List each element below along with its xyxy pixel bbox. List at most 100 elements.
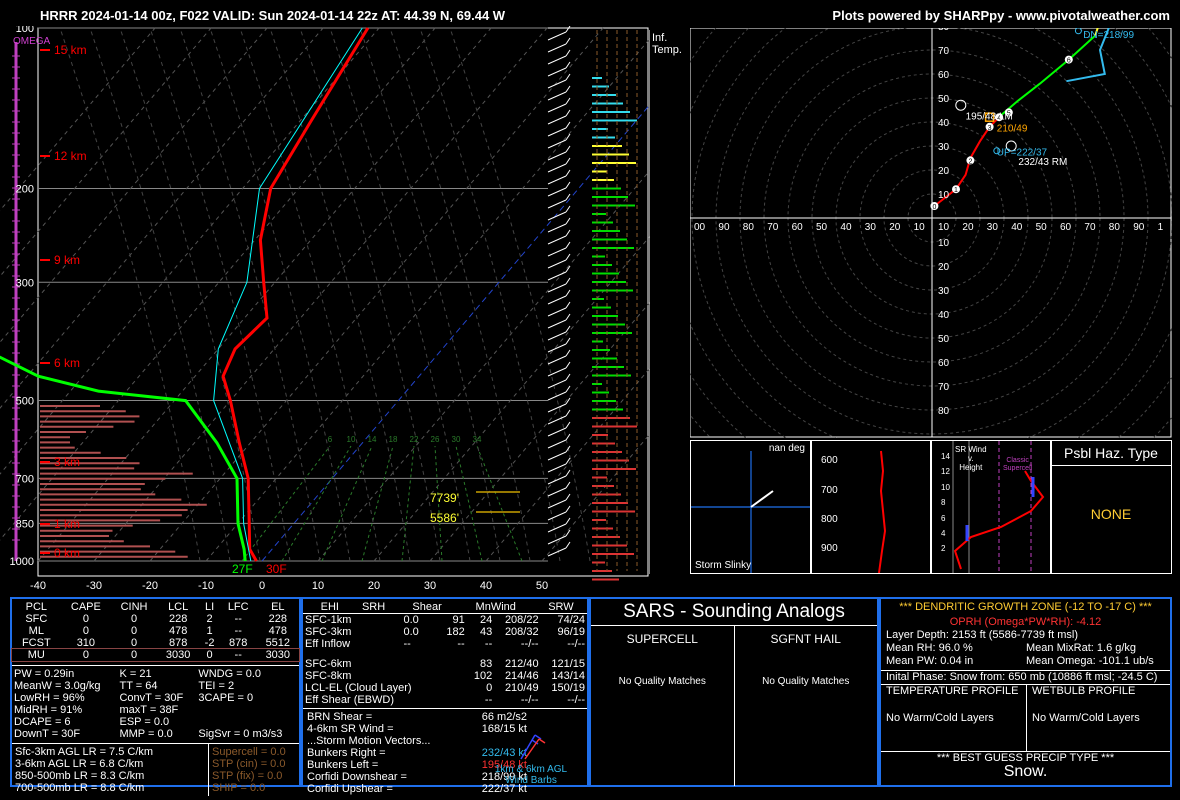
mixing-ratio-label: 10 xyxy=(347,435,356,444)
kin-cell: 0.0 xyxy=(403,614,419,626)
wind-barb-flag xyxy=(565,481,571,489)
hodo-x-tick: 40 xyxy=(840,222,852,233)
kin-cell: 208/22 xyxy=(504,614,539,626)
hodo-y-tick: 70 xyxy=(938,382,950,393)
wind-barb xyxy=(547,295,567,305)
theta-level-900: 900 xyxy=(821,543,838,554)
kin-cell: LCL-EL (Cloud Layer) xyxy=(305,682,412,694)
temp-tick: 10 xyxy=(312,580,324,592)
wind-barb-flag xyxy=(565,73,571,81)
temp-tick: -40 xyxy=(30,580,46,592)
kin-h: SRH xyxy=(361,601,386,613)
parcel-cell: 0 xyxy=(130,625,138,637)
wind-barb xyxy=(547,307,567,317)
parcel-cell: 0 xyxy=(130,613,138,625)
kin-cell: SFC-8km xyxy=(305,670,352,682)
height-label: 12 km xyxy=(54,149,87,163)
kin-cell xyxy=(439,670,467,682)
wind-barb xyxy=(547,139,567,149)
parcel-row-sfc: SFC 0 0 228 2 -- 228 xyxy=(12,613,299,625)
kin-cell: -- xyxy=(484,694,493,706)
dgz-precip-value: Snow. xyxy=(1003,763,1048,780)
sars-supercell-title: SUPERCELL xyxy=(626,632,698,646)
kin-row: SFC-8km 102 214/46 143/14 xyxy=(303,670,587,682)
sr-wind-classic: Classic Supercell xyxy=(1003,457,1032,473)
kin-cell: SFC-6km xyxy=(305,658,352,670)
index-row: MeanW = 3.0g/kg TT = 64 TEI = 2 xyxy=(12,680,299,692)
composite-stp-cin: STP (cin) = 0.0 xyxy=(212,758,286,770)
kin-cell: Eff Shear (EBWD) xyxy=(305,694,395,706)
kin-h xyxy=(303,601,310,613)
wind-barbs-label-1: 1km & 6km AGL xyxy=(494,764,568,775)
sars-panel: SARS - Sounding Analogs SUPERCELL No Qua… xyxy=(589,597,879,787)
hodo-y-tick: 50 xyxy=(938,94,950,105)
theta-level-600: 600 xyxy=(821,455,838,466)
hodo-y-tick: 40 xyxy=(938,310,950,321)
parcel-h-cape: CAPE xyxy=(70,601,101,613)
hodo-x-tick: 80 xyxy=(743,222,755,233)
wind-barb-flag xyxy=(565,85,571,93)
kin-h: SRW xyxy=(548,601,574,613)
parcel-cell: 0 xyxy=(130,637,138,649)
dgz-wetbulb-profile: WETBULB PROFILE xyxy=(1032,685,1136,697)
wind-barb-flag xyxy=(565,49,571,57)
index-cell: SigSvr = 0 m3/s3 xyxy=(198,728,283,740)
wind-barb xyxy=(547,115,567,125)
kin-cell: -- xyxy=(457,638,465,650)
height-label: 0 km xyxy=(54,546,80,560)
wind-barb xyxy=(547,499,567,509)
kin-cell xyxy=(439,694,467,706)
hodograph-chart: 0090807060504030201010203040506070809018… xyxy=(690,28,1172,438)
height-label: 3 km xyxy=(54,455,80,469)
dgz-mean-rh: Mean RH: 96.0 % xyxy=(886,642,973,654)
parcel-cell: 0 xyxy=(82,649,89,661)
dgz-layer-depth: Layer Depth: 2153 ft (5586-7739 ft msl) xyxy=(886,629,1078,641)
wind-barb xyxy=(547,79,567,89)
sr-wind-classic-1: Classic xyxy=(1006,457,1029,464)
pressure-label: 100 xyxy=(16,26,34,35)
hodo-3-6km xyxy=(1000,34,1096,116)
parcel-cell: FCST xyxy=(21,637,51,649)
wind-barb-flag xyxy=(565,277,571,285)
hodo-y-tick: 40 xyxy=(938,118,950,129)
hodo-x-tick: 60 xyxy=(1060,222,1072,233)
parcel-cell: -- xyxy=(234,649,242,661)
index-cell xyxy=(196,704,299,716)
kin-row: SFC-1km 0.0 91 24 208/22 74/24 xyxy=(303,614,587,626)
kin-cell: 96/19 xyxy=(557,626,585,638)
dgz-initial-phase: Inital Phase: Snow from: 650 mb (10886 f… xyxy=(886,671,1158,683)
index-cell: LowRH = 96% xyxy=(14,692,85,704)
parcel-cell: 478 xyxy=(168,625,188,637)
kin-cell: -- xyxy=(403,638,411,650)
omega-label: OMEGA xyxy=(13,36,51,47)
wind-barb xyxy=(547,247,567,257)
index-row: MidRH = 91% maxT = 38F xyxy=(12,704,299,716)
parcel-cell: 2 xyxy=(206,613,213,625)
sr-h-6: 6 xyxy=(941,513,946,523)
parcel-cell: ML xyxy=(28,625,44,637)
hodo-y-tick: 60 xyxy=(938,358,950,369)
pressure-label: 200 xyxy=(16,183,34,195)
kin-cell: --/-- xyxy=(567,638,585,650)
wind-barb-flag xyxy=(565,241,571,249)
index-cell: maxT = 38F xyxy=(119,704,179,716)
wind-barb-flag xyxy=(565,541,571,549)
hodo-x-tick: 30 xyxy=(865,222,877,233)
wind-barb xyxy=(547,187,567,197)
composite-stp-fix: STP (fix) = 0.0 xyxy=(212,770,283,782)
wind-barb-flag xyxy=(565,229,571,237)
parcel-h-el: EL xyxy=(271,601,285,613)
hodo-y-tick: 30 xyxy=(938,142,950,153)
parcel-row-fcst: FCST 310 0 878 -2 878 5512 xyxy=(12,637,299,649)
wind-barb-flag xyxy=(565,445,571,453)
kin-cell xyxy=(401,658,439,670)
index-cell: ESP = 0.0 xyxy=(119,716,170,728)
hodo-x-tick: 30 xyxy=(987,222,999,233)
bunkers-left-label: Bunkers Left = xyxy=(307,759,379,771)
theta-level-700: 700 xyxy=(821,485,838,496)
lapse-rate-item: Sfc-3km AGL LR = 7.5 C/km xyxy=(15,746,154,758)
wind-barb xyxy=(547,211,567,221)
brn-shear-value: 66 m2/s2 xyxy=(481,711,527,723)
sfc-t-label: 30F xyxy=(266,562,287,576)
kin-cell: SFC-1km xyxy=(305,614,352,626)
